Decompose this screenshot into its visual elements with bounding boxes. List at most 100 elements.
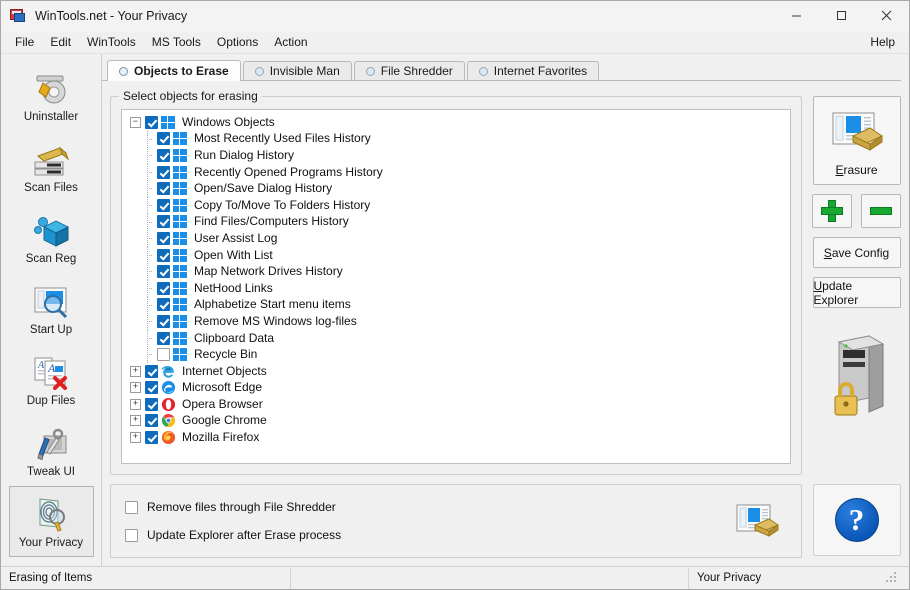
- remove-button[interactable]: [861, 194, 901, 228]
- sidebar-item-tweak-ui[interactable]: Tweak UI: [9, 415, 94, 486]
- menu-edit[interactable]: Edit: [42, 32, 79, 52]
- tree-item-label: Google Chrome: [182, 414, 267, 427]
- tree-item[interactable]: Recycle Bin: [122, 346, 790, 363]
- tab-label: Objects to Erase: [134, 64, 229, 78]
- tree-item-label: NetHood Links: [194, 282, 273, 295]
- tree-item[interactable]: User Assist Log: [122, 230, 790, 247]
- tree-checkbox[interactable]: [157, 348, 170, 361]
- tree-item[interactable]: −Windows Objects: [122, 114, 790, 131]
- expand-icon[interactable]: +: [130, 382, 141, 393]
- menu-wintools[interactable]: WinTools: [79, 32, 144, 52]
- tree-checkbox[interactable]: [157, 166, 170, 179]
- menu-file[interactable]: File: [7, 32, 42, 52]
- tree-checkbox[interactable]: [157, 199, 170, 212]
- update-explorer-button[interactable]: Update Explorer: [813, 277, 901, 308]
- tree-item[interactable]: Most Recently Used Files History: [122, 131, 790, 148]
- sidebar-item-start-up[interactable]: Start Up: [9, 273, 94, 344]
- objects-tree[interactable]: −Windows ObjectsMost Recently Used Files…: [121, 109, 791, 464]
- tree-checkbox[interactable]: [145, 431, 158, 444]
- option-remove-via-shredder[interactable]: Remove files through File Shredder: [125, 500, 735, 514]
- windows-logo-icon: [173, 264, 188, 279]
- sidebar-item-scan-reg[interactable]: Scan Reg: [9, 202, 94, 273]
- menu-ms-tools[interactable]: MS Tools: [144, 32, 209, 52]
- windows-logo-icon: [173, 148, 188, 163]
- tree-checkbox[interactable]: [157, 132, 170, 145]
- firefox-icon: [161, 430, 176, 445]
- tab-file-shredder[interactable]: File Shredder: [354, 61, 465, 80]
- tree-item[interactable]: +Mozilla Firefox: [122, 429, 790, 446]
- tree-connector: [142, 330, 153, 347]
- tree-item[interactable]: Clipboard Data: [122, 330, 790, 347]
- minimize-button[interactable]: [774, 1, 819, 30]
- tree-item[interactable]: Remove MS Windows log-files: [122, 313, 790, 330]
- tree-checkbox[interactable]: [157, 265, 170, 278]
- tree-item[interactable]: Copy To/Move To Folders History: [122, 197, 790, 214]
- add-button[interactable]: [812, 194, 852, 228]
- tab-label: Invisible Man: [270, 64, 340, 78]
- menu-help[interactable]: Help: [862, 32, 903, 52]
- tree-item[interactable]: Open/Save Dialog History: [122, 180, 790, 197]
- start-up-icon: [30, 280, 72, 322]
- tree-item-label: Remove MS Windows log-files: [194, 315, 357, 328]
- expand-icon[interactable]: +: [130, 415, 141, 426]
- close-button[interactable]: [864, 1, 909, 30]
- erasure-button[interactable]: Erasure: [813, 96, 901, 185]
- expand-icon[interactable]: +: [130, 399, 141, 410]
- tree-item[interactable]: +Microsoft Edge: [122, 380, 790, 397]
- maximize-button[interactable]: [819, 1, 864, 30]
- tree-item[interactable]: Open With List: [122, 247, 790, 264]
- windows-logo-icon: [173, 331, 188, 346]
- tab-internet-favorites[interactable]: Internet Favorites: [467, 61, 599, 80]
- tree-item[interactable]: +Opera Browser: [122, 396, 790, 413]
- tree-checkbox[interactable]: [157, 249, 170, 262]
- expand-icon[interactable]: +: [130, 432, 141, 443]
- tree-connector: [142, 263, 153, 280]
- tree-item[interactable]: Recently Opened Programs History: [122, 164, 790, 181]
- option-update-explorer[interactable]: Update Explorer after Erase process: [125, 528, 735, 542]
- sidebar-label: Scan Reg: [26, 253, 77, 265]
- tree-item[interactable]: Alphabetize Start menu items: [122, 297, 790, 314]
- tree-item-label: Alphabetize Start menu items: [194, 298, 351, 311]
- menu-action[interactable]: Action: [266, 32, 315, 52]
- tree-checkbox[interactable]: [157, 215, 170, 228]
- checkbox-remove-via-shredder[interactable]: [125, 501, 138, 514]
- sidebar-item-dup-files[interactable]: A A Dup Files: [9, 344, 94, 415]
- tree-item[interactable]: NetHood Links: [122, 280, 790, 297]
- tree-item[interactable]: Map Network Drives History: [122, 263, 790, 280]
- checkbox-update-explorer[interactable]: [125, 529, 138, 542]
- collapse-icon[interactable]: −: [130, 117, 141, 128]
- scan-reg-icon: [30, 209, 72, 251]
- tree-checkbox[interactable]: [157, 182, 170, 195]
- tree-item[interactable]: Find Files/Computers History: [122, 214, 790, 231]
- tree-checkbox[interactable]: [145, 116, 158, 129]
- menu-options[interactable]: Options: [209, 32, 266, 52]
- tree-item[interactable]: + Google Chrome: [122, 413, 790, 430]
- tab-label: File Shredder: [381, 64, 453, 78]
- sidebar-item-scan-files[interactable]: Scan Files: [9, 131, 94, 202]
- microsoft-edge-icon: [161, 380, 176, 395]
- tab-strip: Objects to Erase Invisible Man File Shre…: [102, 60, 901, 81]
- tree-checkbox[interactable]: [157, 298, 170, 311]
- tree-checkbox[interactable]: [145, 414, 158, 427]
- tab-objects-to-erase[interactable]: Objects to Erase: [107, 60, 241, 81]
- help-button[interactable]: ?: [813, 484, 901, 556]
- tree-checkbox[interactable]: [145, 398, 158, 411]
- tree-item-label: Most Recently Used Files History: [194, 132, 371, 145]
- save-config-button[interactable]: Save Config: [813, 237, 901, 268]
- expand-icon[interactable]: +: [130, 366, 141, 377]
- tab-invisible-man[interactable]: Invisible Man: [243, 61, 352, 80]
- resize-grip[interactable]: [886, 572, 898, 584]
- tree-checkbox[interactable]: [157, 315, 170, 328]
- tree-checkbox[interactable]: [157, 232, 170, 245]
- tree-item[interactable]: +Internet Objects: [122, 363, 790, 380]
- tree-checkbox[interactable]: [145, 381, 158, 394]
- tree-item[interactable]: Run Dialog History: [122, 147, 790, 164]
- sidebar-item-uninstaller[interactable]: Uninstaller: [9, 60, 94, 131]
- tab-label: Internet Favorites: [494, 64, 587, 78]
- sidebar-item-your-privacy[interactable]: Your Privacy: [9, 486, 94, 557]
- tree-checkbox[interactable]: [145, 365, 158, 378]
- tree-checkbox[interactable]: [157, 282, 170, 295]
- tree-item-label: Clipboard Data: [194, 332, 274, 345]
- tree-checkbox[interactable]: [157, 149, 170, 162]
- tree-checkbox[interactable]: [157, 332, 170, 345]
